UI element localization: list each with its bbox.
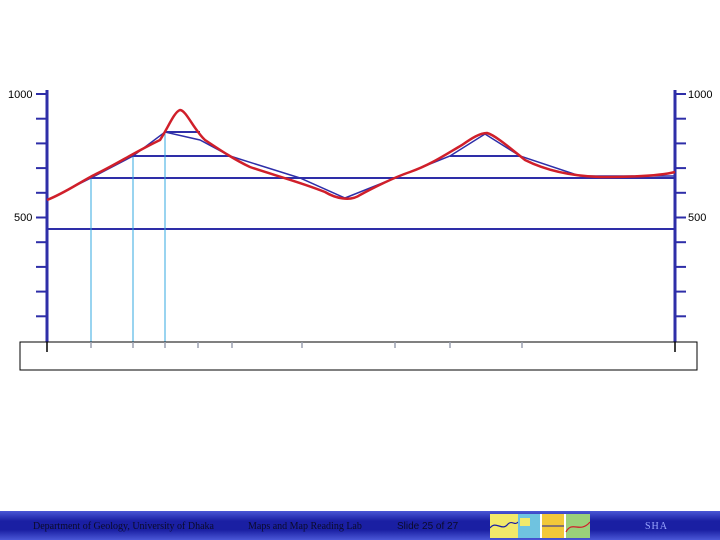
left-top-label: 1000 xyxy=(8,89,32,101)
slide-number-text: Slide 25 of 27 xyxy=(397,521,459,532)
construction-profile-line xyxy=(46,131,675,201)
author-initials: SHA xyxy=(645,521,669,532)
profile-base-strip xyxy=(19,341,698,371)
department-text: Department of Geology, University of Dha… xyxy=(33,521,214,532)
lab-text: Maps and Map Reading Lab xyxy=(248,521,362,532)
slide-footer: Department of Geology, University of Dha… xyxy=(0,511,720,540)
right-top-label: 1000 xyxy=(688,89,712,101)
left-mid-label: 500 xyxy=(14,212,32,224)
right-mid-label: 500 xyxy=(688,212,706,224)
topographic-profile-diagram: 1000 500 1000 500 xyxy=(8,89,712,371)
slide-thumbnail-icon xyxy=(490,514,590,538)
